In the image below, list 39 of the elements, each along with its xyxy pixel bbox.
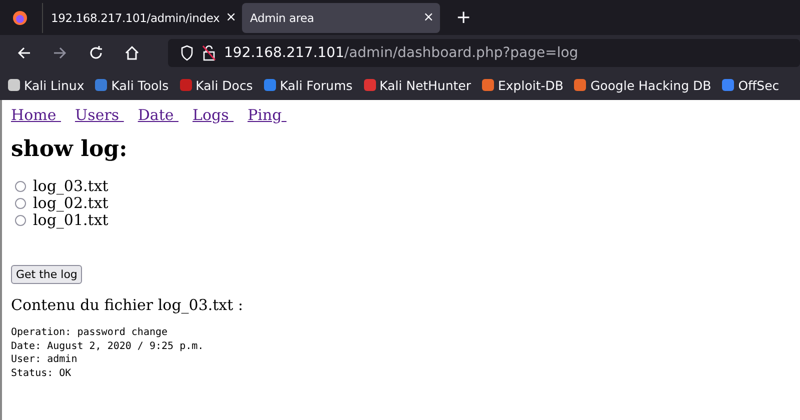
log-line: Date: August 2, 2020 / 9:25 p.m. — [11, 340, 204, 353]
new-tab-button[interactable]: + — [456, 7, 472, 28]
radio-button[interactable] — [15, 181, 26, 192]
page-heading: show log: — [11, 136, 128, 162]
nav-link[interactable]: Users — [74, 106, 124, 124]
browser-tab[interactable]: Admin area × — [242, 2, 440, 32]
log-line: User: admin — [11, 353, 78, 366]
back-icon[interactable] — [16, 44, 32, 60]
radio-label[interactable]: log_01.txt — [33, 212, 108, 229]
log-line: Operation: password change — [11, 326, 168, 340]
nav-link[interactable]: Date — [138, 106, 178, 124]
radio-label[interactable]: log_02.txt — [33, 195, 108, 212]
nav-link[interactable]: Ping — [248, 106, 286, 124]
bookmark-link[interactable]: Kali NetHunter — [364, 78, 472, 92]
bookmark-link[interactable]: OffSec — [722, 78, 780, 92]
shield-icon — [180, 44, 194, 60]
forward-icon[interactable] — [52, 44, 68, 60]
browser-logo-icon[interactable] — [12, 10, 28, 26]
bookmark-link[interactable]: Kali Tools — [95, 78, 169, 92]
address-bar[interactable]: 192.168.217.101/admin/dashboard.php?page=log — [168, 38, 800, 66]
nav-link[interactable]: Logs — [192, 106, 234, 124]
bookmark-link[interactable]: Google Hacking DB — [574, 78, 712, 92]
bookmark-link[interactable]: Kali Linux — [8, 78, 84, 92]
radio-button[interactable] — [15, 215, 26, 226]
nav-link[interactable]: Home — [11, 106, 61, 124]
browser-tab[interactable]: 192.168.217.101/admin/index × — [42, 2, 240, 32]
bookmark-link[interactable]: Exploit-DB — [482, 78, 564, 92]
content-title: Contenu du fichier log_03.txt : — [11, 296, 244, 314]
log-line: Status: OK — [11, 366, 72, 380]
get-log-button[interactable]: Get the log — [11, 265, 82, 284]
radio-label[interactable]: log_03.txt — [33, 178, 108, 195]
radio-button[interactable] — [15, 198, 26, 209]
close-tab-button[interactable]: × — [423, 10, 434, 25]
bookmark-link[interactable]: Kali Docs — [180, 78, 253, 92]
home-icon[interactable] — [124, 44, 140, 60]
close-tab-button[interactable]: × — [226, 10, 237, 25]
broken-lock-icon — [202, 44, 216, 60]
bookmark-link[interactable]: Kali Forums — [264, 78, 353, 92]
reload-icon[interactable] — [88, 44, 104, 60]
